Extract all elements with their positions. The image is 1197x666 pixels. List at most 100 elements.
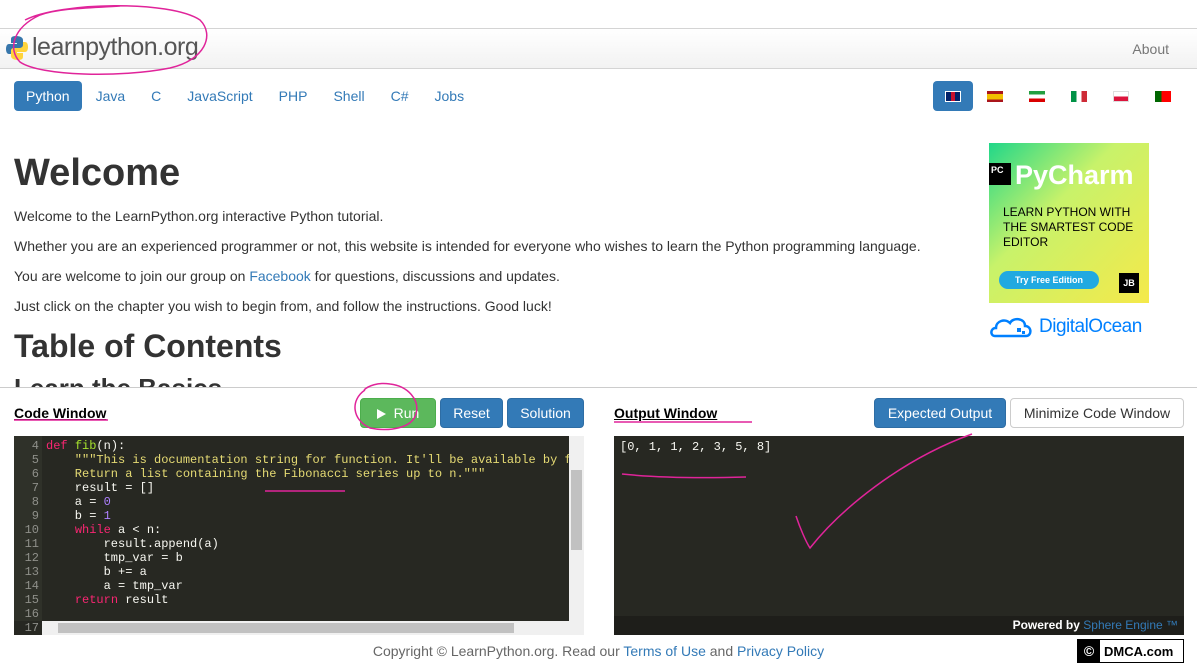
reset-button[interactable]: Reset bbox=[440, 398, 503, 428]
line-number: 15 bbox=[24, 593, 39, 607]
jetbrains-badge: JB bbox=[1119, 273, 1139, 293]
flag-portugal-icon[interactable] bbox=[1143, 81, 1183, 111]
sphere-engine-link[interactable]: Sphere Engine ™ bbox=[1083, 618, 1178, 632]
code-line: 10 while a < n: bbox=[14, 523, 584, 537]
flag-spain-icon[interactable] bbox=[975, 81, 1015, 111]
locale-flags bbox=[931, 81, 1183, 111]
line-number: 8 bbox=[31, 495, 39, 509]
language-nav: Python Java C JavaScript PHP Shell C# Jo… bbox=[14, 81, 478, 111]
brand-name: learnpython.org bbox=[32, 33, 199, 61]
line-number: 12 bbox=[24, 551, 39, 565]
line-number: 16 bbox=[24, 607, 39, 621]
horizontal-scrollbar[interactable] bbox=[42, 621, 584, 635]
tab-csharp[interactable]: C# bbox=[379, 81, 421, 111]
expected-output-button[interactable]: Expected Output bbox=[874, 398, 1006, 428]
dmca-text: DMCA.com bbox=[1104, 643, 1174, 659]
code-line: 9 b = 1 bbox=[14, 509, 584, 523]
powered-by-bar: Powered by Sphere Engine ™ bbox=[614, 616, 1184, 635]
flag-poland-icon[interactable] bbox=[1101, 81, 1141, 111]
code-text: while a < n: bbox=[74, 523, 162, 537]
community-paragraph: You are welcome to join our group on Fac… bbox=[14, 268, 964, 284]
facebook-link[interactable]: Facebook bbox=[249, 268, 310, 284]
cloud-icon bbox=[989, 314, 1035, 340]
output-window-label: Output Window bbox=[614, 405, 718, 421]
code-line: 13 b += a bbox=[14, 565, 584, 579]
page-title: Welcome bbox=[14, 152, 181, 194]
code-text: tmp_var = b bbox=[46, 551, 183, 565]
tab-javascript[interactable]: JavaScript bbox=[175, 81, 264, 111]
main-content: Welcome Welcome to the LearnPython.org i… bbox=[14, 145, 964, 387]
code-text: a = 0 bbox=[46, 495, 111, 509]
line-number: 6 bbox=[31, 467, 39, 481]
privacy-link[interactable]: Privacy Policy bbox=[737, 643, 824, 659]
line-number: 17 bbox=[24, 621, 39, 635]
run-button[interactable]: Run bbox=[360, 398, 436, 428]
line-number: 7 bbox=[31, 481, 39, 495]
tab-jobs[interactable]: Jobs bbox=[423, 81, 477, 111]
terms-link[interactable]: Terms of Use bbox=[623, 643, 705, 659]
vertical-scrollbar[interactable] bbox=[569, 436, 584, 621]
pycharm-title: PyCharm bbox=[1015, 160, 1134, 190]
code-text: return result bbox=[74, 593, 169, 607]
code-line: 5 """This is documentation string for fu… bbox=[14, 453, 584, 467]
vertical-scroll-thumb[interactable] bbox=[571, 470, 582, 550]
tab-python[interactable]: Python bbox=[14, 81, 82, 111]
code-text: result.append(a) bbox=[46, 537, 219, 551]
code-line: 16 bbox=[14, 607, 584, 621]
code-text: b += a bbox=[46, 565, 147, 579]
tab-c[interactable]: C bbox=[139, 81, 173, 111]
code-window-label: Code Window bbox=[14, 405, 107, 421]
toc-heading: Table of Contents bbox=[14, 328, 282, 364]
tab-java[interactable]: Java bbox=[84, 81, 138, 111]
dmca-copyright-icon: © bbox=[1078, 640, 1100, 662]
digitalocean-sponsor[interactable]: DigitalOcean bbox=[989, 314, 1142, 340]
about-link[interactable]: About bbox=[1132, 41, 1169, 57]
digitalocean-name: DigitalOcean bbox=[1039, 316, 1142, 337]
line-number: 5 bbox=[31, 453, 39, 467]
run-label: Run bbox=[393, 405, 420, 421]
basics-heading: Learn the Basics bbox=[14, 373, 964, 387]
code-text: a = tmp_var bbox=[46, 579, 183, 593]
code-line: 15 return result bbox=[14, 593, 584, 607]
code-line: 14 a = tmp_var bbox=[14, 579, 584, 593]
footer-and: and bbox=[705, 643, 737, 659]
output-console: [0, 1, 1, 2, 3, 5, 8] Powered by Sphere … bbox=[614, 436, 1184, 635]
horizontal-scroll-thumb[interactable] bbox=[58, 623, 514, 633]
dmca-badge[interactable]: © DMCA.com bbox=[1077, 639, 1184, 663]
line-number: 11 bbox=[24, 537, 39, 551]
code-line: 6 Return a list containing the Fibonacci… bbox=[14, 467, 584, 481]
flag-iran-icon[interactable] bbox=[1017, 81, 1057, 111]
intro-paragraph: Welcome to the LearnPython.org interacti… bbox=[14, 208, 384, 224]
code-line: 7 result = [] bbox=[14, 481, 584, 495]
try-free-button[interactable]: Try Free Edition bbox=[999, 271, 1099, 289]
flag-italy-icon[interactable] bbox=[1059, 81, 1099, 111]
audience-paragraph: Whether you are an experienced programme… bbox=[14, 238, 921, 254]
code-text: """This is documentation string for func… bbox=[46, 453, 584, 467]
code-editor[interactable]: 4 def fib(n): 5 """This is documentation s… bbox=[14, 436, 584, 635]
copyright-text: Copyright © LearnPython.org. Read our bbox=[372, 643, 624, 659]
instructions-paragraph: Just click on the chapter you wish to be… bbox=[14, 298, 552, 314]
line-number: 4 bbox=[31, 439, 39, 453]
code-text: def fib(n): bbox=[46, 439, 126, 453]
tab-shell[interactable]: Shell bbox=[321, 81, 376, 111]
navbar: learnpython.org About bbox=[0, 28, 1197, 69]
flag-uk-icon[interactable] bbox=[933, 81, 973, 111]
powered-by-text: Powered by bbox=[1012, 618, 1084, 632]
pycharm-ad[interactable]: PC PyCharm LEARN PYTHON WITH THE SMARTES… bbox=[989, 143, 1149, 303]
minimize-code-window-button[interactable]: Minimize Code Window bbox=[1010, 398, 1184, 428]
code-text: Return a list containing the Fibonacci s… bbox=[46, 467, 486, 481]
pycharm-badge: PC bbox=[989, 163, 1011, 185]
code-line: 11 result.append(a) bbox=[14, 537, 584, 551]
code-line: 4 def fib(n): bbox=[14, 439, 584, 453]
line-number: 10 bbox=[24, 523, 39, 537]
brand-link[interactable]: learnpython.org bbox=[6, 33, 199, 62]
solution-button[interactable]: Solution bbox=[507, 398, 584, 428]
code-line: 12 tmp_var = b bbox=[14, 551, 584, 565]
line-number: 14 bbox=[24, 579, 39, 593]
play-icon bbox=[376, 409, 386, 420]
top-strip bbox=[0, 0, 1197, 28]
code-line: 8 a = 0 bbox=[14, 495, 584, 509]
tab-php[interactable]: PHP bbox=[267, 81, 320, 111]
code-lines: 4 def fib(n): 5 """This is documentation s… bbox=[14, 439, 584, 635]
